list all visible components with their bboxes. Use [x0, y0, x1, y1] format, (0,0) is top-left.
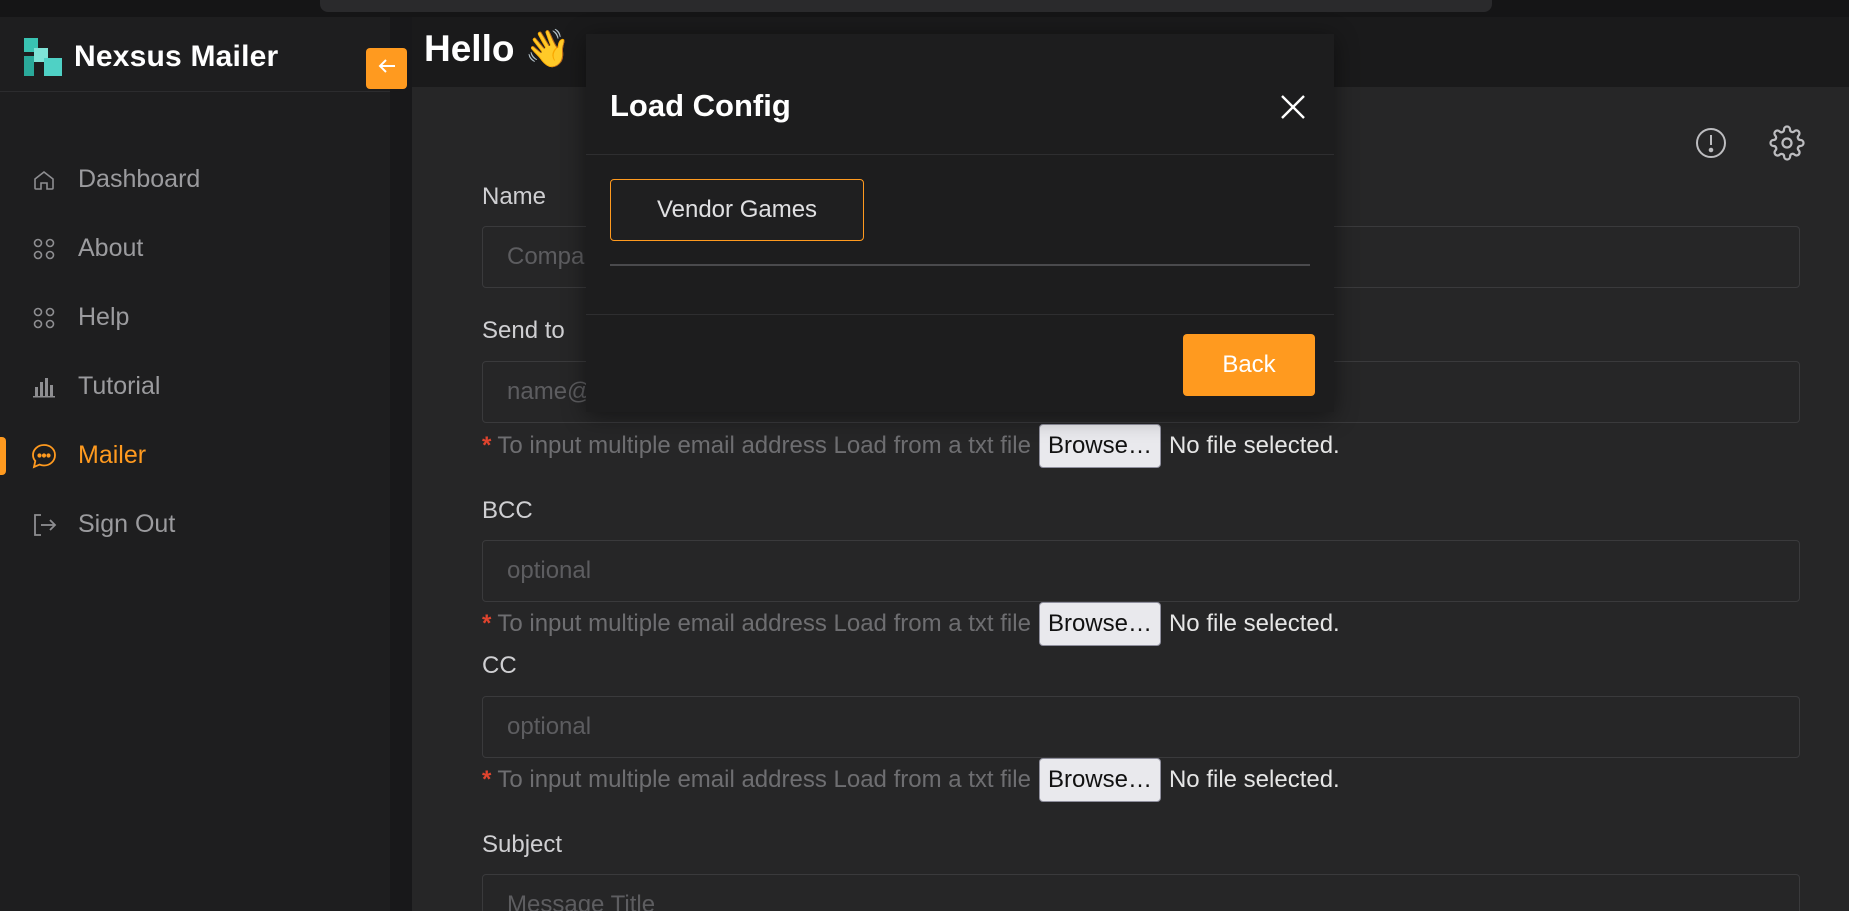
divider [586, 314, 1334, 315]
cc-label: CC [482, 652, 517, 679]
divider [0, 91, 390, 92]
hint-text: To input multiple email address Load fro… [497, 610, 1031, 637]
grid-icon [30, 235, 58, 263]
required-star: * [482, 610, 492, 637]
sidebar-item-sign-out[interactable]: Sign Out [0, 490, 390, 559]
home-icon [30, 166, 58, 194]
bcc-file-hint: * To input multiple email address Load f… [482, 602, 1340, 646]
sidebar-item-label: Sign Out [78, 510, 176, 538]
browse-button[interactable]: Browse… [1038, 602, 1161, 646]
chat-bubble-icon [30, 442, 58, 470]
sidebar-item-tutorial[interactable]: Tutorial [0, 352, 390, 421]
no-file-text: No file selected. [1168, 766, 1340, 793]
bcc-placeholder: optional [507, 557, 592, 584]
header-icons [1693, 125, 1805, 161]
divider [610, 264, 1310, 266]
back-button[interactable]: Back [1183, 334, 1315, 396]
sidebar-nav: Dashboard About Help Tutorial Mailer Sig… [0, 145, 390, 559]
gutter [390, 17, 412, 911]
close-icon[interactable] [1276, 90, 1310, 124]
browser-url-bar[interactable] [320, 0, 1492, 12]
grid-icon [30, 304, 58, 332]
arrow-left-icon [376, 55, 398, 82]
divider [586, 154, 1334, 155]
logo-icon [24, 38, 62, 76]
bcc-input[interactable]: optional [482, 540, 1800, 602]
cc-file-hint: * To input multiple email address Load f… [482, 758, 1340, 802]
bar-chart-icon [30, 373, 58, 401]
modal-title: Load Config [610, 88, 791, 123]
bcc-label: BCC [482, 497, 533, 524]
sidebar-item-label: Help [78, 303, 130, 331]
name-placeholder: Compa [507, 243, 585, 270]
name-label: Name [482, 183, 547, 210]
no-file-text: No file selected. [1168, 610, 1340, 637]
send-to-label: Send to [482, 317, 565, 344]
brand[interactable]: Nexsus Mailer [24, 37, 278, 77]
no-file-text: No file selected. [1168, 432, 1340, 459]
cc-placeholder: optional [507, 713, 592, 740]
app-title: Nexsus Mailer [74, 40, 279, 73]
required-star: * [482, 766, 492, 793]
sidebar-item-help[interactable]: Help [0, 283, 390, 352]
config-item[interactable]: Vendor Games [610, 179, 864, 241]
sidebar-item-about[interactable]: About [0, 214, 390, 283]
sidebar: Nexsus Mailer Dashboard About Help Tutor… [0, 17, 390, 911]
hint-text: To input multiple email address Load fro… [497, 766, 1031, 793]
hint-text: To input multiple email address Load fro… [497, 432, 1031, 459]
sidebar-item-label: Mailer [78, 441, 147, 469]
sidebar-item-mailer[interactable]: Mailer [0, 421, 390, 490]
page-greeting: Hello 👋 [424, 28, 571, 69]
cc-input[interactable]: optional [482, 696, 1800, 758]
send-to-file-hint: * To input multiple email address Load f… [482, 424, 1340, 468]
collapse-sidebar-button[interactable] [366, 48, 407, 89]
sidebar-item-label: About [78, 234, 144, 262]
sidebar-item-label: Tutorial [78, 372, 161, 400]
browse-button[interactable]: Browse… [1038, 758, 1161, 802]
browse-button[interactable]: Browse… [1038, 424, 1161, 468]
sidebar-item-label: Dashboard [78, 165, 201, 193]
subject-placeholder: Message Title [507, 891, 656, 911]
sign-out-icon [30, 511, 58, 539]
load-config-modal: Load Config Vendor Games Back [586, 34, 1334, 412]
send-to-placeholder: name@ [507, 378, 592, 405]
info-icon[interactable] [1693, 125, 1729, 161]
browser-top-strip [0, 0, 1849, 17]
subject-input[interactable]: Message Title [482, 874, 1800, 911]
gear-icon[interactable] [1769, 125, 1805, 161]
sidebar-item-dashboard[interactable]: Dashboard [0, 145, 390, 214]
required-star: * [482, 432, 492, 459]
subject-label: Subject [482, 831, 563, 858]
